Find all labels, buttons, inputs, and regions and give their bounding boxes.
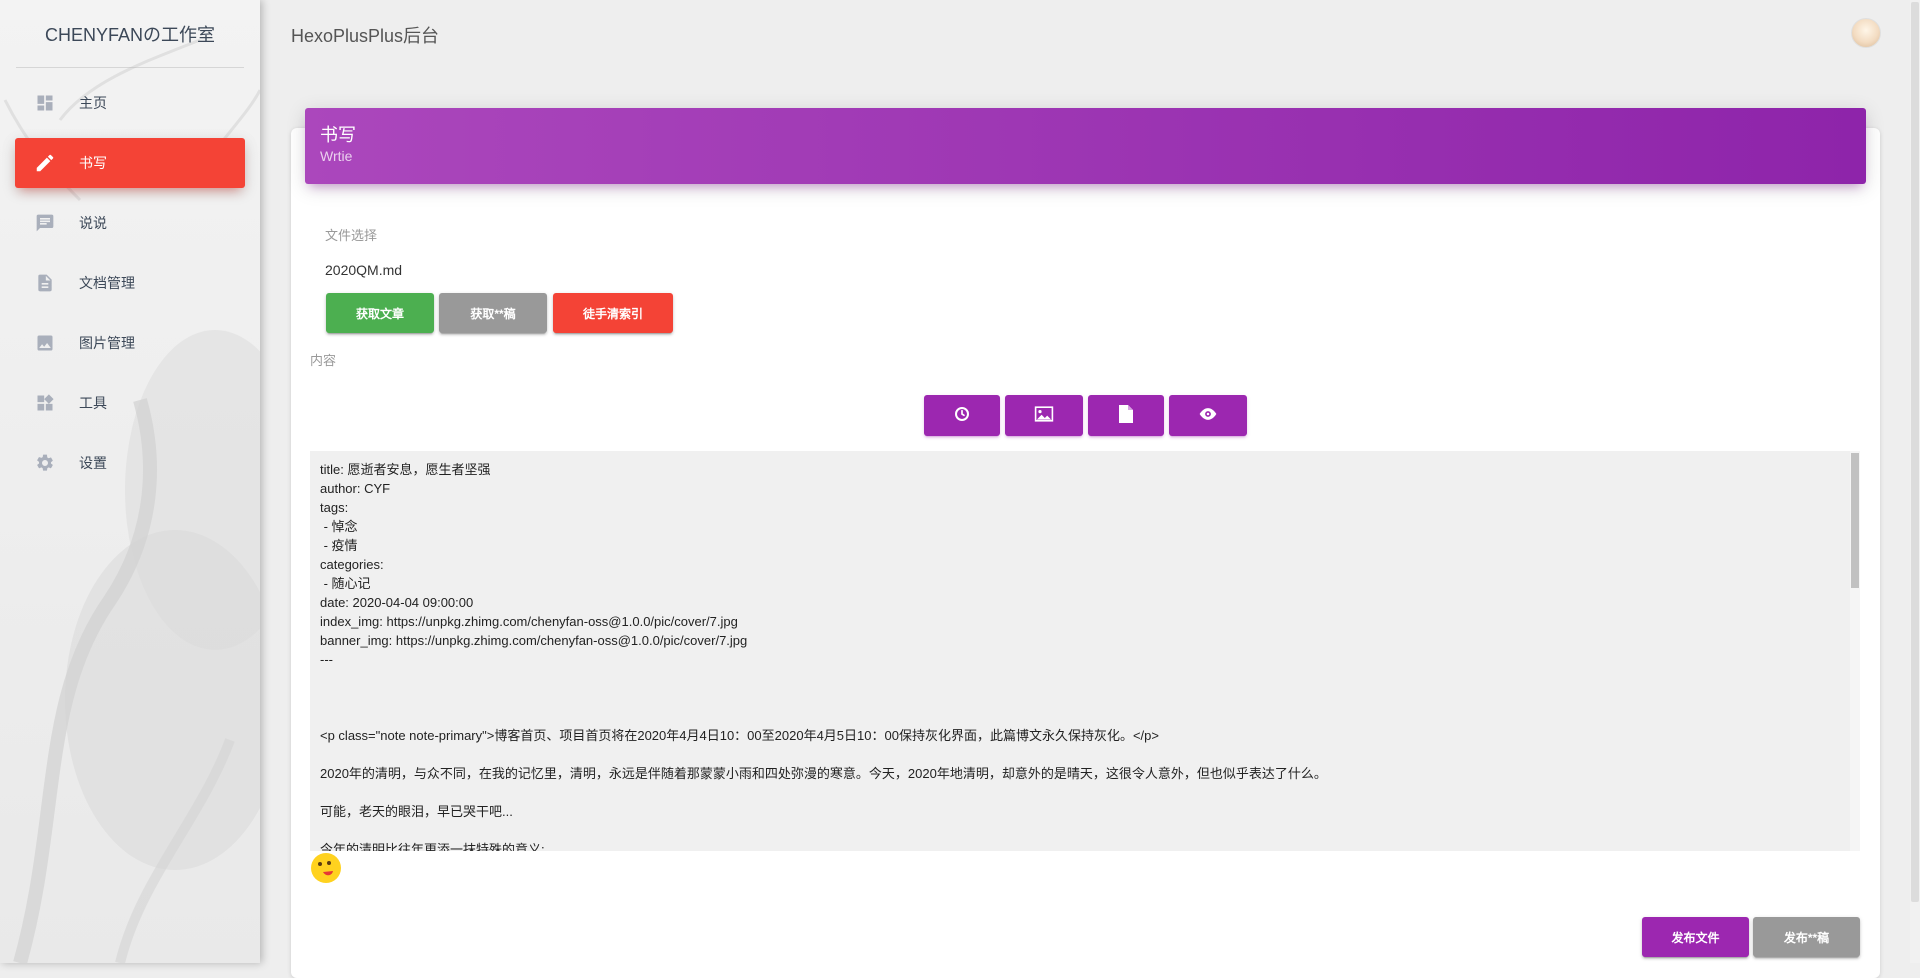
eye-icon: [1198, 407, 1218, 424]
brand-title[interactable]: CHENYFANの工作室: [16, 0, 244, 68]
file-icon: [1119, 405, 1133, 426]
sidebar: CHENYFANの工作室 主页 书写 说说 文档管理 图片管理 工具 设置: [0, 0, 260, 963]
sidebar-item-label: 图片管理: [79, 335, 135, 351]
sidebar-item-label: 说说: [79, 215, 107, 231]
sidebar-item-docs[interactable]: 文档管理: [15, 258, 245, 308]
sidebar-item-label: 设置: [79, 455, 107, 471]
chat-icon: [33, 211, 57, 235]
sidebar-item-write[interactable]: 书写: [15, 138, 245, 188]
content-editor[interactable]: title: 愿逝者安息，愿生者坚强 author: CYF tags: - 悼…: [310, 451, 1860, 851]
sidebar-item-label: 主页: [79, 95, 107, 111]
page-scrollbar-thumb[interactable]: [1911, 2, 1919, 902]
sidebar-item-talk[interactable]: 说说: [15, 198, 245, 248]
card-header: 书写 Wrtie: [305, 108, 1866, 184]
dashboard-icon: [33, 91, 57, 115]
clean-index-button[interactable]: 徒手清索引: [553, 293, 673, 333]
get-article-button[interactable]: 获取文章: [326, 293, 434, 333]
editor-scrollbar[interactable]: [1850, 451, 1860, 851]
page-title[interactable]: HexoPlusPlus后台: [291, 22, 439, 48]
insert-image-button[interactable]: [1005, 395, 1083, 436]
publish-draft-button[interactable]: 发布**稿: [1753, 917, 1860, 957]
sidebar-item-images[interactable]: 图片管理: [15, 318, 245, 368]
card-subtitle: Wrtie: [320, 148, 353, 164]
document-icon: [33, 271, 57, 295]
gear-icon: [33, 451, 57, 475]
editor-text[interactable]: title: 愿逝者安息，愿生者坚强 author: CYF tags: - 悼…: [320, 460, 1830, 851]
avatar[interactable]: [1851, 18, 1881, 48]
widgets-icon: [33, 391, 57, 415]
image-icon: [1034, 406, 1054, 425]
sidebar-item-settings[interactable]: 设置: [15, 438, 245, 488]
preview-button[interactable]: [1169, 395, 1247, 436]
image-icon: [33, 331, 57, 355]
insert-time-button[interactable]: [924, 395, 1000, 436]
file-select-value[interactable]: 2020QM.md: [325, 262, 402, 278]
clock-icon: [954, 406, 970, 425]
sidebar-item-label: 书写: [79, 155, 107, 171]
sidebar-item-tools[interactable]: 工具: [15, 378, 245, 428]
sidebar-item-home[interactable]: 主页: [15, 78, 245, 128]
card-title: 书写: [320, 125, 356, 145]
sidebar-item-label: 工具: [79, 395, 107, 411]
get-draft-button[interactable]: 获取**稿: [439, 293, 547, 333]
emoji-icon[interactable]: [310, 852, 342, 884]
insert-file-button[interactable]: [1088, 395, 1164, 436]
pencil-icon: [33, 151, 57, 175]
sidebar-nav: 主页 书写 说说 文档管理 图片管理 工具 设置: [0, 68, 260, 488]
publish-file-button[interactable]: 发布文件: [1642, 917, 1749, 957]
editor-scrollbar-thumb[interactable]: [1851, 453, 1859, 588]
sidebar-item-label: 文档管理: [79, 275, 135, 291]
content-label: 内容: [310, 353, 337, 368]
file-select-label: 文件选择: [325, 228, 378, 243]
